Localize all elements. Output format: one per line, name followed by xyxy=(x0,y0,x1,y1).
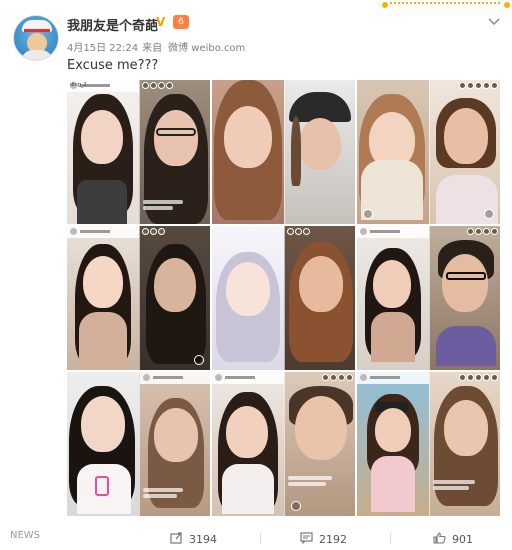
chevron-down-icon[interactable] xyxy=(488,12,500,26)
comment-count: 2192 xyxy=(319,533,347,546)
level-badge: 6 xyxy=(173,15,189,29)
repost-button[interactable]: 3194 xyxy=(170,532,217,547)
avatar[interactable] xyxy=(13,15,59,61)
photo-6[interactable] xyxy=(357,226,500,370)
repost-icon xyxy=(170,532,183,547)
watermark: NEWS xyxy=(10,530,41,541)
source-prefix: 来自 xyxy=(142,43,163,54)
divider xyxy=(390,533,391,544)
post-date[interactable]: 4月15日 22:24 xyxy=(67,43,138,54)
repost-count: 3194 xyxy=(189,533,217,546)
photo-4[interactable] xyxy=(67,226,210,370)
photo-8[interactable] xyxy=(212,372,355,516)
photo-7[interactable] xyxy=(67,372,210,516)
username[interactable]: 我朋友是个奇葩 xyxy=(67,15,158,34)
post-text: Excuse me??? xyxy=(67,58,159,73)
photo-1[interactable]: dlng_2 xyxy=(67,80,210,224)
post-meta: 4月15日 22:24 来自 微博 weibo.com xyxy=(67,39,249,54)
comment-button[interactable]: 2192 xyxy=(300,532,347,547)
photo-9[interactable] xyxy=(357,372,500,516)
thumbs-up-icon xyxy=(433,532,446,547)
post-source[interactable]: 微博 weibo.com xyxy=(168,43,245,54)
like-button[interactable]: 901 xyxy=(433,532,473,547)
like-count: 901 xyxy=(452,533,473,546)
verified-v-icon: V xyxy=(156,15,166,29)
photo-5[interactable] xyxy=(212,226,355,370)
divider xyxy=(260,533,261,544)
photo-2[interactable] xyxy=(212,80,355,224)
comment-icon xyxy=(300,532,313,547)
top-decoration xyxy=(380,0,512,8)
image-grid: dlng_2 xyxy=(67,80,500,516)
photo-1-label: dlng_2 xyxy=(70,82,87,88)
weibo-post: 我朋友是个奇葩 V 6 4月15日 22:24 来自 微博 weibo.com Ex… xyxy=(0,0,512,550)
photo-3[interactable] xyxy=(357,80,500,224)
